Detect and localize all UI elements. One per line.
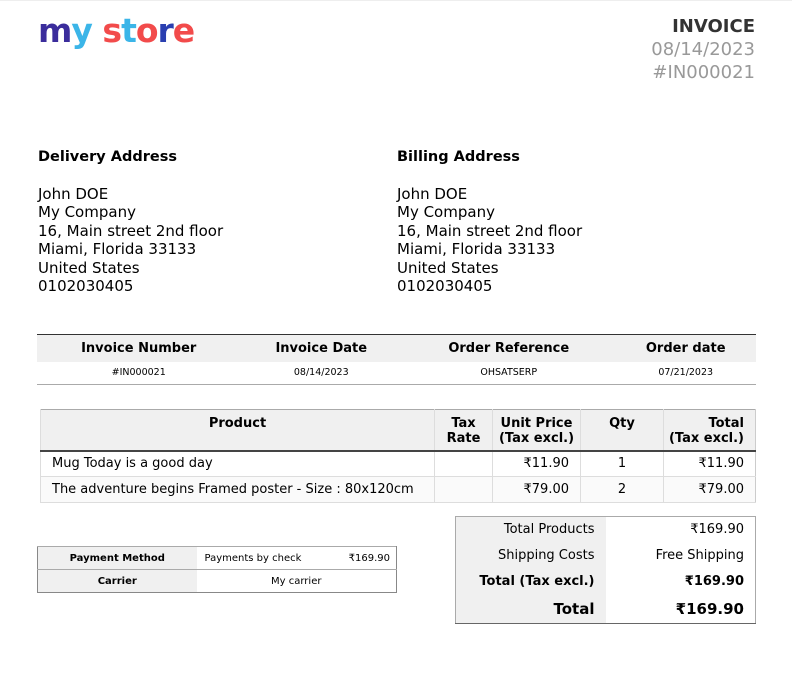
address-line: 0102030405	[397, 277, 493, 295]
product-name: The adventure begins Framed poster - Siz…	[40, 476, 435, 503]
header-order-date: Order date	[615, 334, 756, 362]
invoice-number-value: #IN000021	[111, 367, 166, 379]
total-products-value: ₹169.90	[690, 522, 744, 538]
carrier-label: Carrier	[37, 569, 197, 593]
header-text: Unit Price	[500, 416, 573, 431]
address-line: John DOE	[397, 184, 468, 203]
delivery-heading: Delivery Address	[38, 149, 177, 165]
delivery-address: Delivery Address John DOE My Company 16,…	[38, 148, 223, 296]
invoice-header: INVOICE 08/14/2023 #IN000021	[651, 15, 755, 84]
grand-total-label: Total	[455, 594, 606, 624]
invoice-date: 08/14/2023	[651, 39, 755, 60]
payment-method-value: Payments by check	[204, 552, 302, 564]
shipping-costs-label: Shipping Costs	[455, 542, 606, 569]
address-line: 16, Main street 2nd floor	[38, 221, 224, 240]
shipping-costs-value: Free Shipping	[655, 548, 744, 563]
table-row: Mug Today is a good day ₹11.90 1 ₹11.90	[40, 450, 756, 477]
address-line: Miami, Florida 33133	[38, 240, 197, 258]
address-line: My Company	[397, 203, 495, 221]
header-text: (Tax excl.)	[498, 431, 575, 446]
product-unit-price: ₹11.90	[492, 450, 581, 477]
payment-method-label: Payment Method	[37, 546, 197, 570]
products-table: Product Tax Rate Unit Price (Tax excl.) Qt…	[40, 409, 756, 503]
product-total: ₹79.00	[663, 476, 756, 503]
invoice-title: INVOICE	[672, 16, 755, 37]
logo-letter	[92, 11, 103, 50]
header-text: (Tax excl.)	[668, 431, 744, 446]
header-text: Tax	[451, 416, 476, 431]
header-text: Rate	[446, 431, 481, 446]
header-tax-rate: Tax Rate	[434, 409, 493, 452]
product-tax	[434, 450, 493, 477]
product-unit-price: ₹79.00	[492, 476, 581, 503]
logo-letter: e	[172, 11, 195, 50]
totals-table: Total Products ₹169.90 Shipping Costs Fr…	[455, 516, 756, 624]
address-line: My Company	[38, 203, 136, 221]
header-product: Product	[40, 409, 435, 452]
total-tax-excl-label: Total (Tax excl.)	[455, 568, 606, 595]
header-invoice-number: Invoice Number	[37, 334, 241, 362]
header-unit-price: Unit Price (Tax excl.)	[492, 409, 581, 452]
product-qty: 2	[580, 476, 664, 503]
invoice-number: #IN000021	[652, 62, 755, 83]
logo-letter: t	[121, 11, 137, 50]
address-line: United States	[38, 258, 140, 277]
header-order-reference: Order Reference	[402, 334, 616, 362]
order-date-value: 07/21/2023	[658, 367, 714, 379]
address-line: John DOE	[38, 184, 109, 203]
billing-address: Billing Address John DOE My Company 16, …	[397, 148, 582, 296]
total-products-label: Total Products	[455, 516, 606, 543]
grand-total-value: ₹169.90	[675, 599, 744, 618]
payment-amount: ₹169.90	[348, 552, 390, 564]
product-tax	[434, 476, 493, 503]
logo-letter: o	[135, 11, 159, 50]
logo-letter: s	[102, 11, 122, 50]
address-line: Miami, Florida 33133	[397, 240, 556, 258]
total-tax-excl-value: ₹169.90	[684, 574, 744, 589]
order-reference-value: OHSATSERP	[480, 367, 538, 379]
table-row: The adventure begins Framed poster - Siz…	[40, 476, 756, 503]
header-total: Total (Tax excl.)	[663, 409, 756, 452]
product-total: ₹11.90	[663, 450, 756, 477]
logo-letter: m	[38, 11, 72, 50]
header-qty: Qty	[580, 409, 664, 452]
logo-letter: r	[157, 11, 174, 50]
address-line: United States	[397, 258, 499, 277]
payment-table: Payment Method Payments by check ₹169.90…	[37, 546, 397, 593]
header-invoice-date: Invoice Date	[240, 334, 403, 362]
address-line: 0102030405	[38, 277, 134, 295]
header-text: Total	[708, 416, 744, 431]
address-line: 16, Main street 2nd floor	[397, 221, 583, 240]
carrier-value: My carrier	[271, 575, 322, 587]
invoice-date-value: 08/14/2023	[293, 367, 349, 379]
billing-heading: Billing Address	[397, 149, 520, 165]
invoice-info-table: Invoice Number Invoice Date Order Refere…	[37, 334, 756, 385]
logo-letter: y	[71, 11, 92, 50]
product-name: Mug Today is a good day	[40, 450, 435, 477]
store-logo: my store	[38, 11, 195, 50]
product-qty: 1	[580, 450, 664, 477]
